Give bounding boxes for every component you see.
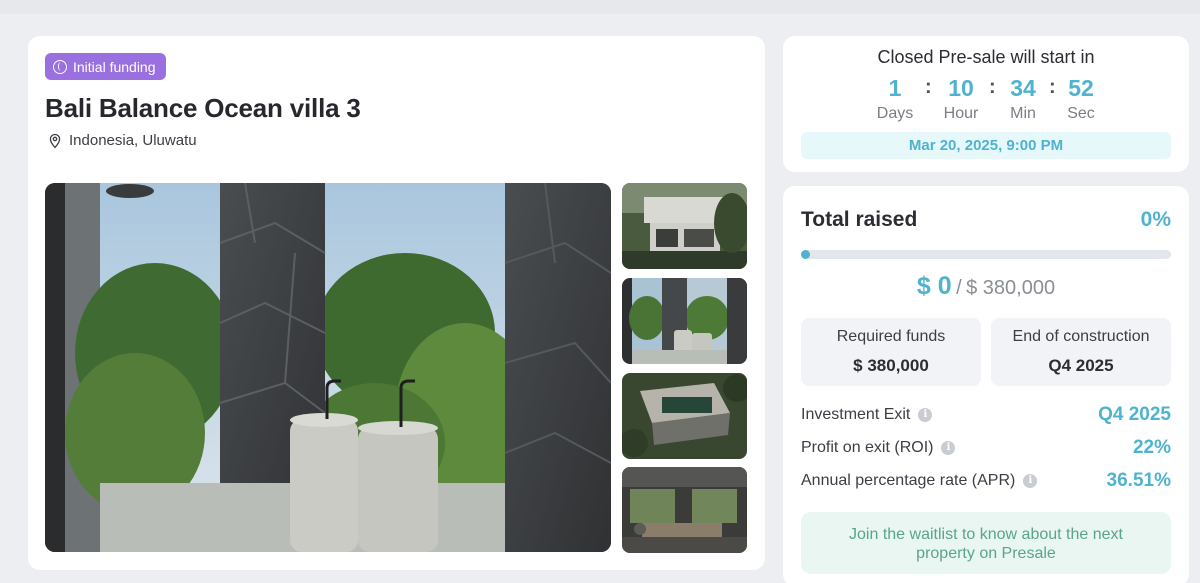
funding-amounts: $ 0 / $ 380,000 bbox=[783, 272, 1189, 301]
end-of-construction-value: Q4 2025 bbox=[1048, 356, 1114, 375]
countdown-seconds-value: 52 bbox=[1068, 75, 1094, 101]
stat-investment-exit: Investment Exit i Q4 2025 bbox=[801, 404, 1171, 428]
location-pin-icon bbox=[49, 133, 61, 148]
stat-label: Annual percentage rate (APR) bbox=[801, 472, 1016, 489]
stat-value: Q4 2025 bbox=[1098, 404, 1171, 425]
property-title: Bali Balance Ocean villa 3 bbox=[45, 93, 361, 123]
countdown-seconds-label: Sec bbox=[1067, 105, 1095, 122]
top-strip bbox=[0, 0, 1200, 14]
stat-apr: Annual percentage rate (APR) i 36.51% bbox=[801, 470, 1171, 494]
countdown-days: 1 Days bbox=[865, 74, 925, 123]
countdown-days-label: Days bbox=[876, 105, 914, 122]
info-icon[interactable]: i bbox=[1023, 474, 1038, 488]
info-icon[interactable]: i bbox=[918, 408, 933, 422]
presale-date: Mar 20, 2025, 9:00 PM bbox=[801, 132, 1171, 159]
stat-label: Profit on exit (ROI) bbox=[801, 439, 934, 456]
property-location: Indonesia, Uluwatu bbox=[47, 132, 197, 149]
bathroom-photo bbox=[622, 278, 747, 364]
countdown-hours-value: 10 bbox=[948, 75, 974, 101]
total-raised-heading: Total raised bbox=[801, 208, 918, 231]
thumbnail-4[interactable] bbox=[622, 467, 747, 553]
stat-value: 22% bbox=[1132, 437, 1171, 458]
countdown: 1 Days : 10 Hour : 34 Min : 52 Sec bbox=[783, 74, 1189, 126]
status-badge: Initial funding bbox=[45, 53, 166, 80]
villa-exterior-photo bbox=[622, 183, 747, 269]
countdown-seconds: 52 Sec bbox=[1051, 74, 1111, 123]
countdown-minutes-value: 34 bbox=[1010, 75, 1036, 101]
timer-title: Closed Pre-sale will start in bbox=[877, 47, 1095, 67]
property-card: Initial funding Bali Balance Ocean villa… bbox=[28, 36, 765, 570]
stat-label-wrap: Investment Exit i bbox=[801, 406, 933, 424]
main-gallery-image[interactable] bbox=[45, 183, 611, 552]
countdown-hours-label: Hour bbox=[943, 105, 979, 122]
countdown-hours: 10 Hour bbox=[931, 74, 991, 123]
stat-value: 36.51% bbox=[1106, 470, 1171, 491]
countdown-days-value: 1 bbox=[888, 75, 902, 101]
join-waitlist-button[interactable]: Join the waitlist to know about the next… bbox=[801, 512, 1171, 574]
thumbnail-3[interactable] bbox=[622, 373, 747, 459]
status-badge-label: Initial funding bbox=[73, 58, 156, 75]
funding-progress-fill bbox=[801, 250, 810, 259]
thumbnail-1[interactable] bbox=[622, 183, 747, 269]
countdown-minutes-label: Min bbox=[1010, 105, 1036, 122]
info-icon[interactable]: i bbox=[941, 441, 956, 455]
living-room-photo bbox=[622, 467, 747, 553]
location-text: Indonesia, Uluwatu bbox=[69, 132, 197, 149]
bathroom-interior-photo bbox=[45, 183, 611, 552]
required-funds-label: Required funds bbox=[836, 328, 946, 345]
funding-card: Total raised 0% $ 0 / $ 380,000 Required… bbox=[783, 186, 1189, 583]
required-funds-box: Required funds $ 380,000 bbox=[801, 318, 981, 386]
amount-raised: $ 0 bbox=[916, 272, 952, 300]
stat-roi: Profit on exit (ROI) i 22% bbox=[801, 437, 1171, 461]
stat-label: Investment Exit bbox=[801, 406, 911, 423]
stat-label-wrap: Profit on exit (ROI) i bbox=[801, 439, 956, 457]
funding-progress-bar bbox=[801, 250, 1171, 259]
amount-goal: $ 380,000 bbox=[966, 277, 1056, 299]
funding-icon bbox=[53, 59, 67, 74]
thumbnail-2[interactable] bbox=[622, 278, 747, 364]
aerial-villa-photo bbox=[622, 373, 747, 459]
stat-label-wrap: Annual percentage rate (APR) i bbox=[801, 472, 1038, 490]
total-raised-percent: 0% bbox=[1140, 208, 1171, 231]
end-of-construction-label: End of construction bbox=[1012, 328, 1150, 345]
required-funds-value: $ 380,000 bbox=[853, 356, 929, 375]
countdown-minutes: 34 Min bbox=[993, 74, 1053, 123]
amount-separator: / bbox=[956, 277, 962, 299]
presale-timer-card: Closed Pre-sale will start in 1 Days : 1… bbox=[783, 36, 1189, 172]
end-of-construction-box: End of construction Q4 2025 bbox=[991, 318, 1171, 386]
